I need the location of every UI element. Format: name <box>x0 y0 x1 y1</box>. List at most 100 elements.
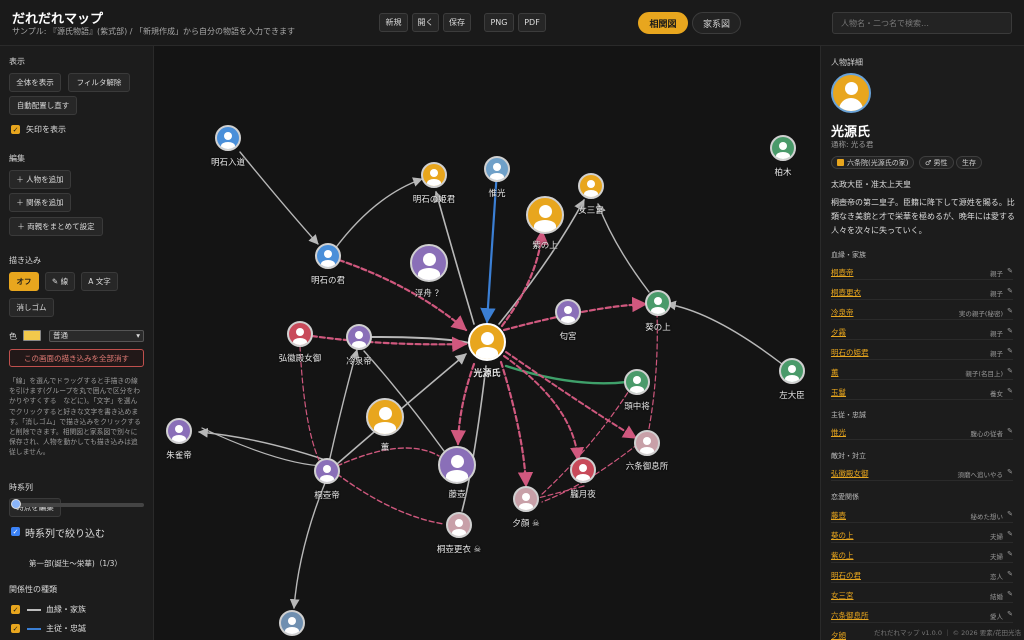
color-swatch[interactable] <box>23 330 41 341</box>
relation-row[interactable]: 藤壺 秘めた想い ✎ <box>831 509 1013 523</box>
show-arrows-checkbox[interactable]: ✓ <box>11 125 20 134</box>
show-all-button[interactable]: 全体を表示 <box>9 73 61 92</box>
png-export-button[interactable]: PNG <box>484 13 514 32</box>
node-reizei[interactable] <box>346 324 372 350</box>
edit-icon[interactable]: ✎ <box>1007 367 1013 375</box>
rel-group-title: 主従・忠誠 <box>831 411 866 419</box>
node-suzaku[interactable] <box>166 418 192 444</box>
relation-graph-canvas[interactable]: 光源氏 明石入道 明石の君 明石の姫君 惟光 紫の上 女三宮 柏木 浮舟 ？ 匂… <box>154 46 820 640</box>
node-rokujo[interactable] <box>634 430 660 456</box>
eraser-button[interactable]: 消しゴム <box>9 298 54 317</box>
node-label: 明石の姫君 <box>412 195 456 205</box>
node-kiritsubo[interactable] <box>314 458 340 484</box>
rel-type-checkbox[interactable]: ✓ <box>11 624 20 633</box>
timeline-slider-thumb[interactable] <box>11 499 21 509</box>
node-yugao[interactable] <box>513 486 539 512</box>
node-aoi[interactable] <box>645 290 671 316</box>
filter-by-time-checkbox[interactable]: ✓ <box>11 527 20 536</box>
bulk-parents-button[interactable]: ＋ 両親をまとめて設定 <box>9 217 103 236</box>
rel-type-label: 血縁・家族 <box>46 605 86 614</box>
open-button[interactable]: 開く <box>412 13 439 32</box>
relation-row[interactable]: 明石の姫君 親子 ✎ <box>831 346 1013 360</box>
node-onnasannomiya[interactable] <box>578 173 604 199</box>
node-label: 明石入道 <box>210 158 246 168</box>
draw-off-button[interactable]: オフ <box>9 272 39 291</box>
node-kashiwagi[interactable] <box>770 135 796 161</box>
node-kiritsubo-koi[interactable] <box>446 512 472 538</box>
tab-family-tree[interactable]: 家系図 <box>692 12 741 34</box>
edit-icon[interactable]: ✎ <box>1007 327 1013 335</box>
node-niou[interactable] <box>555 299 581 325</box>
node-label: 頭中将 <box>624 402 650 412</box>
relation-row[interactable]: 明石の君 恋人 ✎ <box>831 569 1013 583</box>
node-label: 桐壺帝 <box>314 491 340 501</box>
tab-relation-map[interactable]: 相関図 <box>638 12 688 34</box>
node-akashi-nyudo[interactable] <box>215 125 241 151</box>
node-label: 明石の君 <box>310 276 346 286</box>
relation-row[interactable]: 玉鬘 養女 ✎ <box>831 386 1013 400</box>
relation-row[interactable]: 桐壺更衣 親子 ✎ <box>831 286 1013 300</box>
new-button[interactable]: 新規 <box>379 13 408 32</box>
relation-row[interactable]: 紫の上 夫婦 ✎ <box>831 549 1013 563</box>
relation-row[interactable]: 女三宮 結婚 ✎ <box>831 589 1013 603</box>
relation-row[interactable]: 薫親子(名目上) ✎ <box>831 366 1013 380</box>
node-kaoru[interactable] <box>366 398 404 436</box>
node-label: 朱雀帝 <box>166 451 192 461</box>
node-label: 冷泉帝 <box>346 357 372 367</box>
edit-icon[interactable]: ✎ <box>1007 610 1013 618</box>
relation-row[interactable]: 冷泉帝 実の親子(秘密) ✎ <box>831 306 1013 320</box>
timeline-slider-track[interactable] <box>12 503 144 507</box>
node-offscreen[interactable] <box>279 610 305 636</box>
add-relation-button[interactable]: ＋ 関係を追加 <box>9 193 71 212</box>
edit-icon[interactable]: ✎ <box>1007 570 1013 578</box>
node-murasaki[interactable] <box>526 196 564 234</box>
draw-text-button[interactable]: A 文字 <box>81 272 118 291</box>
node-akashi-kimi[interactable] <box>315 243 341 269</box>
relation-row[interactable]: 夕霧 親子 ✎ <box>831 326 1013 340</box>
node-kokiden[interactable] <box>287 321 313 347</box>
edit-icon[interactable]: ✎ <box>1007 590 1013 598</box>
house-tag[interactable]: 六条院(光源氏の家) <box>831 156 915 169</box>
edit-icon[interactable]: ✎ <box>1007 387 1013 395</box>
edit-icon[interactable]: ✎ <box>1007 427 1013 435</box>
edit-icon[interactable]: ✎ <box>1007 267 1013 275</box>
node-oborozukiyo[interactable] <box>570 457 596 483</box>
clear-filter-button[interactable]: フィルタ解除 <box>68 73 130 92</box>
edit-icon[interactable]: ✎ <box>1007 347 1013 355</box>
node-koremitsu[interactable] <box>484 156 510 182</box>
relation-row[interactable]: 六条御息所 愛人 ✎ <box>831 609 1013 623</box>
add-person-button[interactable]: ＋ 人物を追加 <box>9 170 71 189</box>
edit-icon[interactable]: ✎ <box>1007 550 1013 558</box>
house-color-icon <box>837 159 844 166</box>
rel-type-checkbox[interactable]: ✓ <box>11 605 20 614</box>
node-fujitsubo[interactable] <box>438 446 476 484</box>
relation-row[interactable]: 葵の上 夫婦 ✎ <box>831 529 1013 543</box>
draw-line-button[interactable]: ✎ 線 <box>45 272 75 291</box>
node-ukifune[interactable] <box>410 244 448 282</box>
save-button[interactable]: 保存 <box>443 13 471 32</box>
detail-avatar <box>831 73 871 113</box>
search-input[interactable] <box>832 12 1012 34</box>
node-genji[interactable] <box>468 323 506 361</box>
node-label: 光源氏 <box>473 369 501 379</box>
node-tonochujo[interactable] <box>624 369 650 395</box>
pen-width-select[interactable]: 普通 ▾ <box>49 330 144 342</box>
edit-icon[interactable]: ✎ <box>1007 530 1013 538</box>
edit-icon[interactable]: ✎ <box>1007 287 1013 295</box>
node-sadaijin[interactable] <box>779 358 805 384</box>
node-akashi-himegimi[interactable] <box>421 162 447 188</box>
edit-icon[interactable]: ✎ <box>1007 307 1013 315</box>
relation-row[interactable]: 弘徽殿女御 須磨へ追いやる ✎ <box>831 467 1013 481</box>
edit-icon[interactable]: ✎ <box>1007 510 1013 518</box>
relation-types-heading: 関係性の種類 <box>9 585 57 594</box>
edit-icon[interactable]: ✎ <box>1007 468 1013 476</box>
relation-row[interactable]: 桐壺帝 親子 ✎ <box>831 266 1013 280</box>
gender-tag: ♂ 男性 <box>919 156 954 169</box>
detail-name: 光源氏 <box>831 125 871 140</box>
edit-heading: 編集 <box>9 154 25 163</box>
auto-layout-button[interactable]: 自動配置し直す <box>9 96 77 115</box>
pdf-export-button[interactable]: PDF <box>518 13 546 32</box>
node-label: 紫の上 <box>532 241 558 251</box>
clear-drawings-button[interactable]: この画面の描き込みを全部消す <box>9 349 144 367</box>
relation-row[interactable]: 惟光 腹心の従者 ✎ <box>831 426 1013 440</box>
